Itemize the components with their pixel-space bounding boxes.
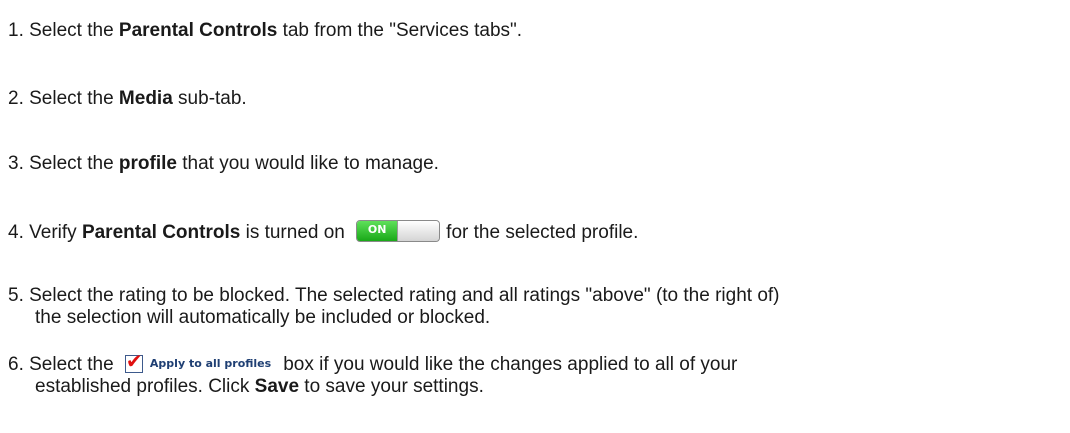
save-term: Save	[254, 376, 300, 397]
step-text: for the selected profile.	[446, 222, 639, 243]
step-number: 3.	[8, 153, 24, 174]
step-3: 3. Select the profile that you would lik…	[8, 153, 439, 175]
step-text: tab from the "Services tabs".	[277, 20, 523, 41]
step-text: to save your settings.	[299, 376, 484, 397]
step-text: Select the	[23, 153, 119, 174]
step-number: 5.	[8, 285, 24, 306]
feature-name: Parental Controls	[81, 222, 241, 243]
step-number: 2.	[8, 88, 24, 109]
checkbox[interactable]: ✔	[124, 350, 143, 373]
profile-term: profile	[118, 153, 177, 174]
step-text: Select the	[23, 20, 119, 41]
subtab-name: Media	[118, 88, 173, 109]
step-2: 2. Select the Media sub-tab.	[8, 88, 247, 110]
step-text: box if you would like the changes applie…	[283, 354, 738, 375]
step-text: Select the	[23, 354, 114, 375]
step-text: Select the rating to be blocked. The sel…	[23, 285, 780, 306]
toggle-on-label: ON	[357, 221, 398, 241]
step-number: 1.	[8, 20, 24, 41]
apply-to-all-profiles-label: Apply to all profiles	[149, 357, 272, 370]
checkmark-icon: ✔	[125, 349, 143, 373]
tab-name: Parental Controls	[118, 20, 278, 41]
step-text-continued: the selection will automatically be incl…	[35, 307, 491, 328]
step-1: 1. Select the Parental Controls tab from…	[8, 20, 522, 42]
step-4: 4. Verify Parental Controls is turned on…	[8, 220, 638, 244]
on-toggle-switch[interactable]: ON	[356, 220, 441, 242]
step-text: Select the	[23, 88, 119, 109]
step-text-continued: established profiles. Click Save to save…	[8, 376, 737, 398]
step-6: 6. Select the ✔ Apply to all profiles bo…	[8, 350, 738, 398]
step-text: Verify	[23, 222, 82, 243]
step-number: 4.	[8, 222, 24, 243]
toggle-knob	[397, 221, 440, 241]
step-text: that you would like to manage.	[176, 153, 439, 174]
apply-to-all-profiles-checkbox[interactable]: ✔ Apply to all profiles	[124, 350, 272, 375]
step-text: sub-tab.	[172, 88, 247, 109]
step-text: is turned on	[240, 222, 345, 243]
step-5: 5. Select the rating to be blocked. The …	[8, 285, 780, 329]
step-text: established profiles. Click	[35, 376, 255, 397]
step-number: 6.	[8, 354, 24, 375]
